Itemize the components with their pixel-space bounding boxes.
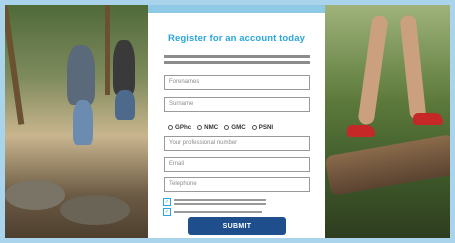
forenames-field[interactable]: Forenames (164, 75, 310, 90)
hero-photo-left (5, 5, 148, 238)
marketing-text (174, 211, 262, 213)
surname-field[interactable]: Surname (164, 97, 310, 112)
professional-body-radio-group: GPhc NMC GMC PSNI (168, 124, 273, 131)
page-frame: Register for an account today Forenames … (0, 0, 455, 243)
hero-photo-right (325, 5, 450, 238)
radio-gmc[interactable]: GMC (224, 124, 246, 131)
radio-gphc[interactable]: GPhc (168, 124, 191, 131)
radio-label: GPhc (175, 124, 192, 131)
form-title: Register for an account today (168, 33, 305, 44)
radio-icon (251, 125, 257, 130)
terms-text (174, 199, 266, 205)
telephone-field[interactable]: Telephone (164, 177, 310, 192)
professional-number-field[interactable]: Your professional number (164, 136, 310, 151)
email-field[interactable]: Email (164, 157, 310, 172)
radio-label: NMC (204, 124, 219, 131)
radio-label: GMC (231, 124, 246, 131)
radio-icon (224, 125, 230, 130)
registration-panel: Register for an account today Forenames … (148, 13, 325, 238)
radio-nmc[interactable]: NMC (197, 124, 218, 131)
radio-icon (197, 125, 203, 130)
divider (164, 55, 310, 58)
radio-psni[interactable]: PSNI (251, 124, 274, 131)
submit-button[interactable]: SUBMIT (188, 217, 286, 235)
radio-icon (168, 125, 173, 130)
terms-checkbox-row: ✓ (163, 198, 266, 206)
marketing-checkbox-row: ✓ (163, 208, 262, 216)
marketing-checkbox[interactable]: ✓ (163, 208, 171, 216)
divider (164, 61, 310, 64)
terms-checkbox[interactable]: ✓ (163, 198, 171, 206)
radio-label: PSNI (258, 124, 274, 131)
